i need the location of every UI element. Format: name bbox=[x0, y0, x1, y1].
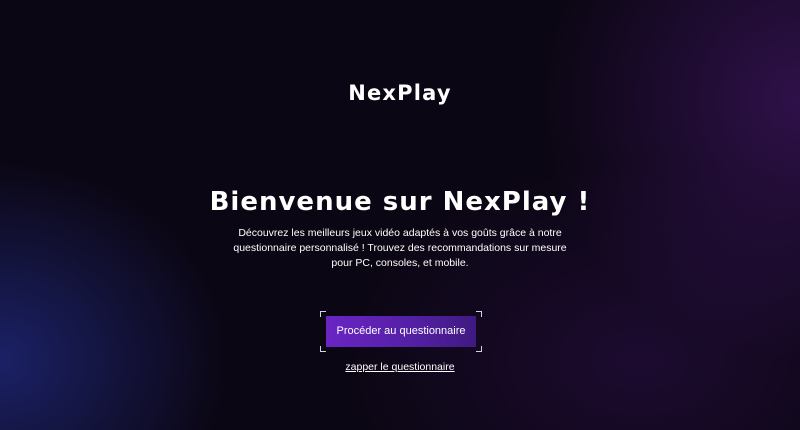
skip-questionnaire-container: zapper le questionnaire bbox=[0, 361, 800, 373]
brand-logo: NexPlay bbox=[348, 81, 452, 105]
start-questionnaire-button[interactable]: Procéder au questionnaire bbox=[326, 316, 476, 347]
frame-corner-bottom-right bbox=[476, 346, 482, 352]
hero-description: Découvrez les meilleurs jeux vidéo adapt… bbox=[233, 227, 567, 269]
cta-frame: Procéder au questionnaire bbox=[320, 311, 482, 352]
frame-corner-top-right bbox=[476, 311, 482, 317]
skip-questionnaire-link[interactable]: zapper le questionnaire bbox=[345, 361, 454, 373]
page-title: Bienvenue sur NexPlay ! bbox=[209, 187, 591, 217]
landing-page: { "brand": { "logo_text": "NexPlay" }, "… bbox=[0, 0, 800, 430]
